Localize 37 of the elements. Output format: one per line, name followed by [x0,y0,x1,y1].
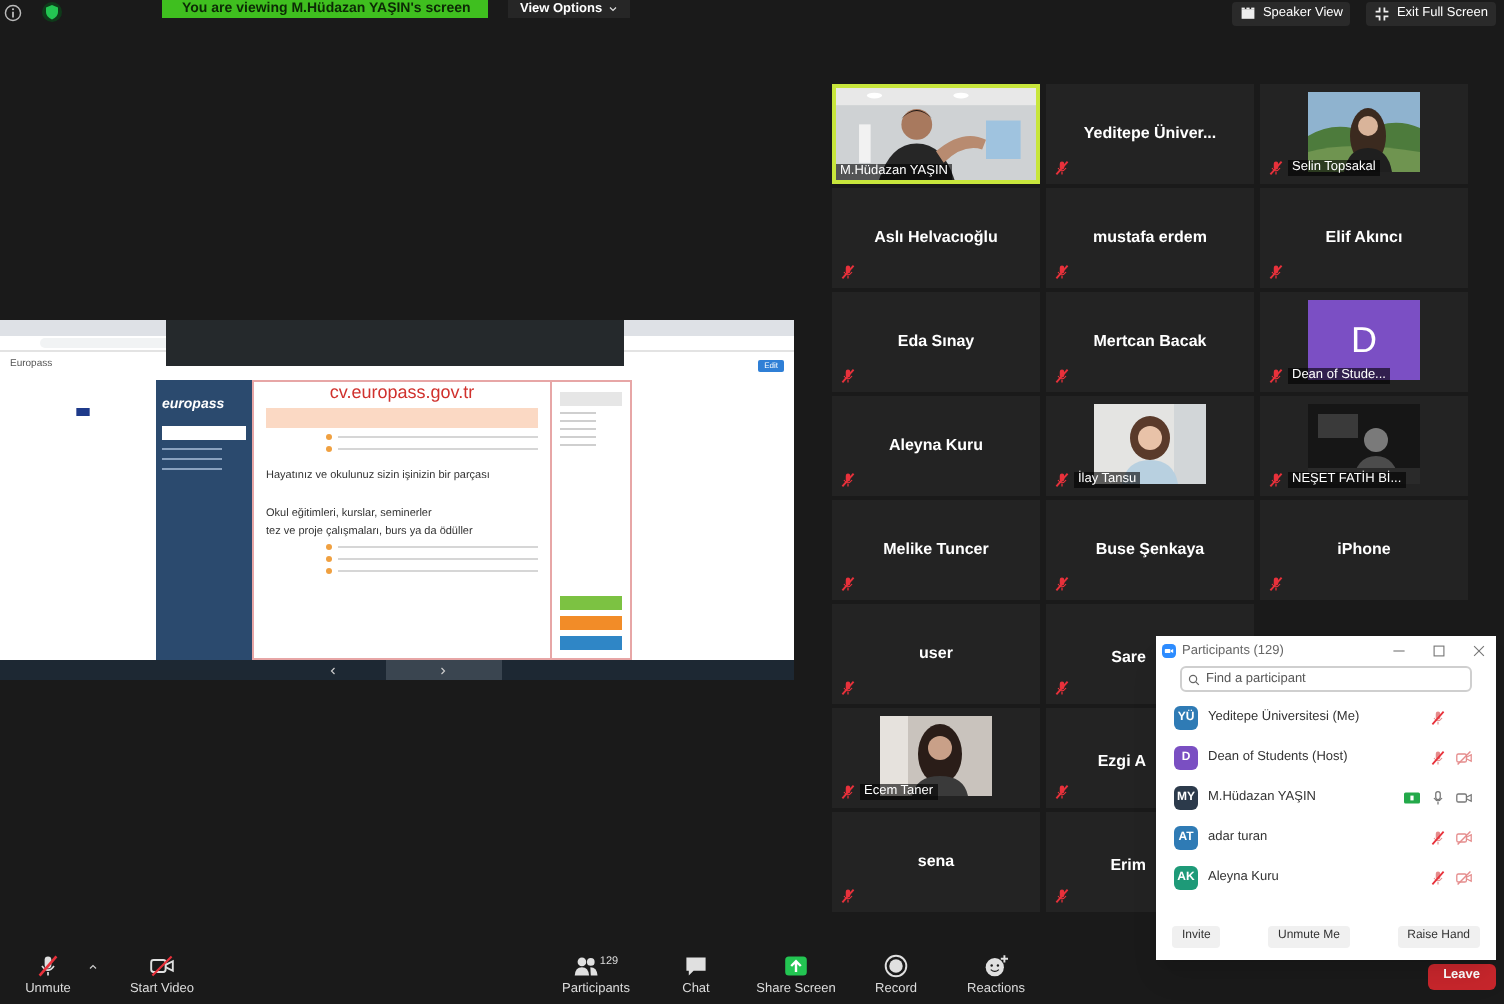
chat-bubble-icon [684,953,708,978]
shield-icon[interactable] [42,2,62,22]
exit-full-screen-icon [1374,6,1391,22]
participant-name: Aleyna Kuru [888,434,984,458]
previous-icon[interactable] [328,665,338,675]
participant-name: Buse Şenkaya [1095,538,1205,562]
participant-name: Elif Akıncı [1325,226,1403,250]
app-logo-icon [1162,644,1176,658]
participant-name: Mertcan Bacak [1093,330,1207,354]
info-icon[interactable] [4,4,22,22]
participant-name: Yeditepe Üniver... [1083,122,1217,146]
share-screen-icon [784,953,808,978]
search-icon [1188,673,1200,685]
participant-name: Eda Sınay [897,330,975,354]
close-icon[interactable] [1472,644,1486,658]
participant-name: Aslı Helvacıoğlu [874,226,998,250]
people-icon [573,953,598,978]
participant-name: mustafa erdem [1093,226,1207,250]
maximize-icon[interactable] [1432,644,1446,658]
next-icon[interactable] [438,665,448,675]
muted-mic-icon [36,953,60,978]
site-url: cv.europass.gov.tr [329,382,475,402]
record-icon [884,953,908,978]
speaker-view-icon [1240,6,1257,22]
participant-name: Sare [1111,646,1146,670]
sidebar-selected-item [162,425,246,439]
flag-icon [76,408,90,416]
participant-name: user [919,642,953,666]
smiley-plus-icon [984,953,1008,978]
video-off-icon [150,953,174,978]
participant-name: Erim [1110,854,1146,878]
caret-icon[interactable] [88,961,98,971]
participant-name: iPhone [1337,538,1391,562]
participant-name: Ezgi A [1097,750,1146,774]
caret-icon [608,4,619,14]
participant-name: Melike Tuncer [883,538,989,562]
participant-name: sena [917,850,955,874]
